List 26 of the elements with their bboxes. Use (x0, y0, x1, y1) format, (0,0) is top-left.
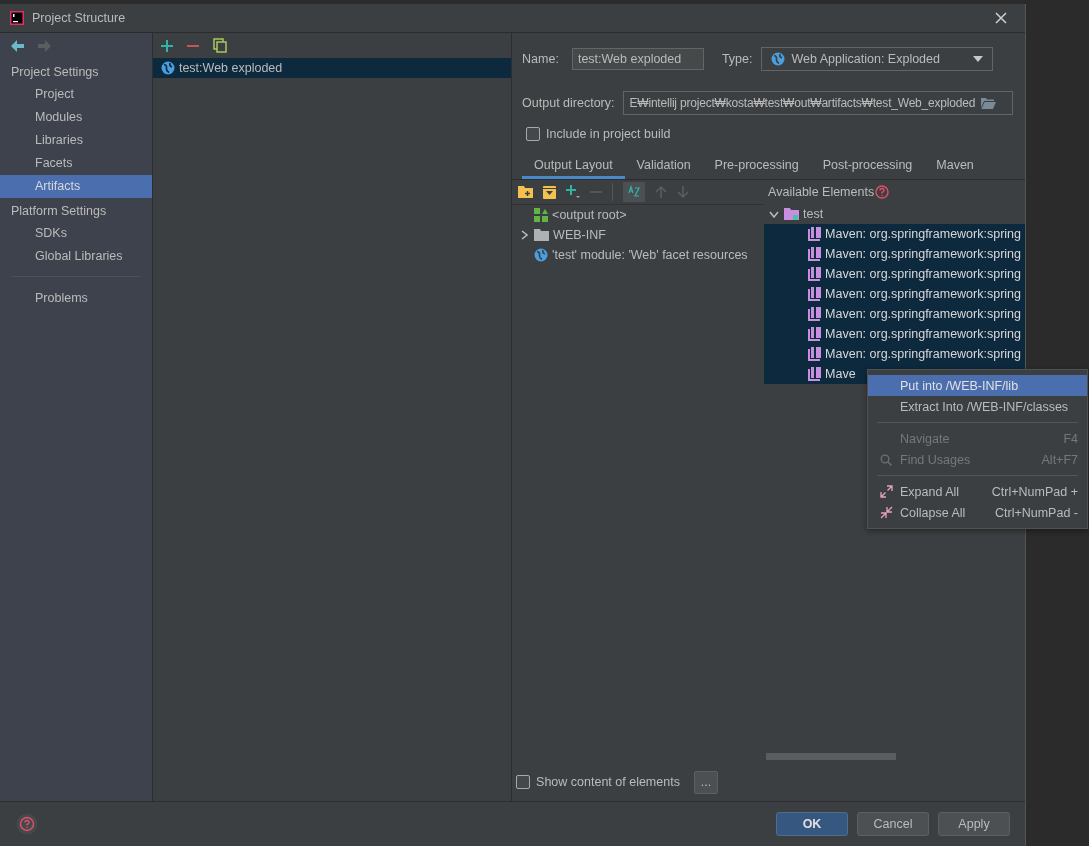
tree-label: Mave (825, 367, 856, 381)
tree-label: Maven: org.springframework:spring (825, 267, 1021, 281)
shortcut-label: Ctrl+NumPad - (995, 505, 1078, 520)
checkbox-label: Include in project build (546, 127, 671, 141)
checkbox-label: Show content of elements (536, 775, 680, 789)
tree-label: 'test' module: 'Web' facet resources (552, 248, 748, 262)
window-title: Project Structure (32, 11, 126, 25)
section-heading: Platform Settings (10, 203, 108, 220)
shortcut-label: Alt+F7 (1041, 452, 1078, 467)
tree-label: Maven: org.springframework:spring (825, 227, 1021, 241)
output-directory-label: Output directory: (522, 96, 615, 110)
name-label: Name: (522, 52, 559, 66)
section-heading: Project Settings (10, 64, 100, 81)
tree-label: Maven: org.springframework:spring (825, 247, 1021, 261)
available-elements-heading: Available Elements (768, 185, 875, 199)
tree-label: Maven: org.springframework:spring (825, 347, 1021, 361)
tree-label: WEB-INF (553, 228, 606, 242)
tree-label: Maven: org.springframework:spring (825, 327, 1021, 341)
shortcut-label: Ctrl+NumPad + (991, 484, 1078, 499)
type-label: Type: (721, 52, 753, 66)
tree-label: test (803, 207, 824, 221)
tree-label: Maven: org.springframework:spring (825, 287, 1021, 301)
tree-label: Maven: org.springframework:spring (825, 307, 1021, 321)
tree-label: <output root> (552, 208, 627, 222)
shortcut-label: F4 (1063, 431, 1078, 446)
artifact-label: test:Web exploded (178, 61, 283, 75)
